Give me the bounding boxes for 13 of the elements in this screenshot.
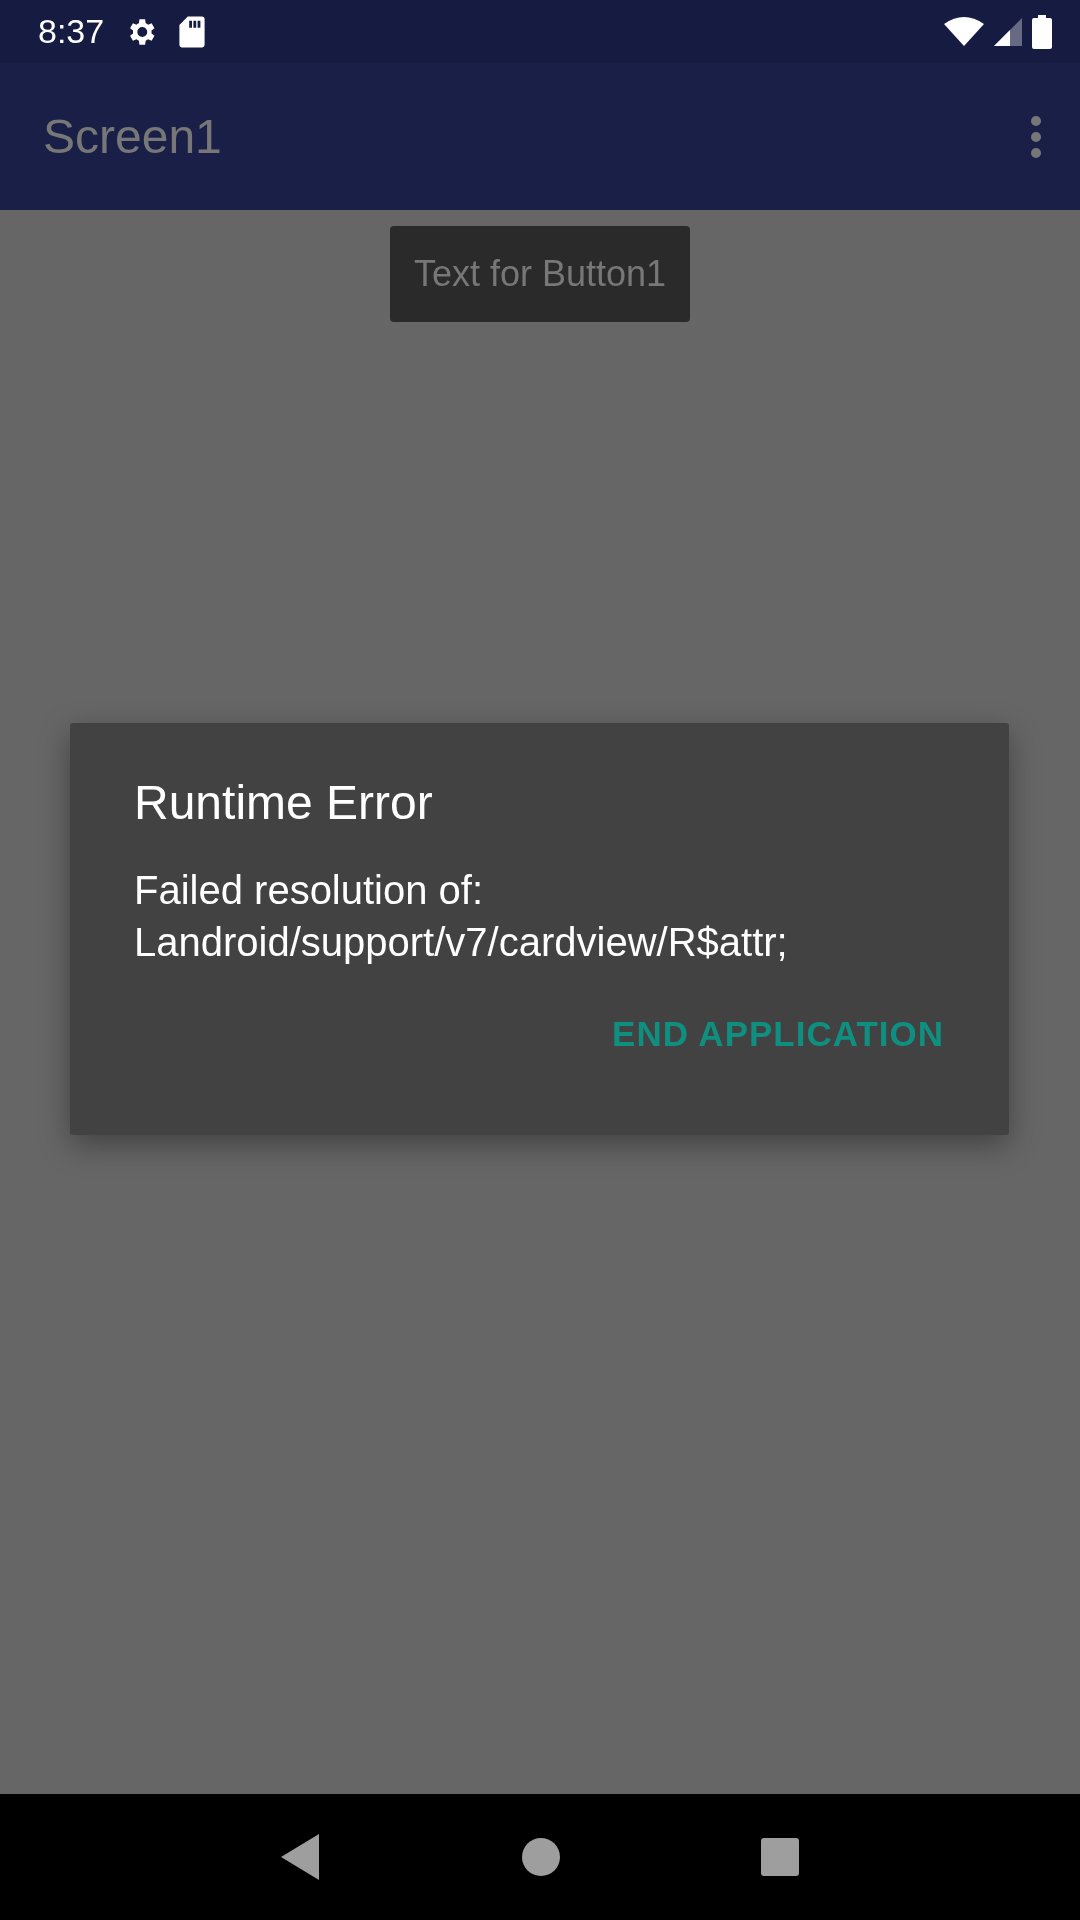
battery-icon — [1032, 14, 1052, 49]
end-application-button[interactable]: END APPLICATION — [612, 1006, 944, 1062]
wifi-icon — [944, 15, 984, 48]
text-button[interactable]: Text for Button1 — [390, 226, 690, 322]
back-icon[interactable] — [280, 1834, 321, 1880]
overflow-menu-icon[interactable] — [1030, 114, 1042, 159]
clock-time: 8:37 — [38, 12, 105, 51]
error-message: Failed resolution of: Landroid/support/v7/cardview/R$attr; — [134, 867, 789, 966]
home-icon[interactable] — [522, 1838, 560, 1876]
screen-title: Screen1 — [43, 109, 222, 164]
sd-card-icon — [178, 14, 207, 49]
dialog-title: Runtime Error — [134, 775, 434, 830]
recents-icon[interactable] — [761, 1838, 800, 1876]
